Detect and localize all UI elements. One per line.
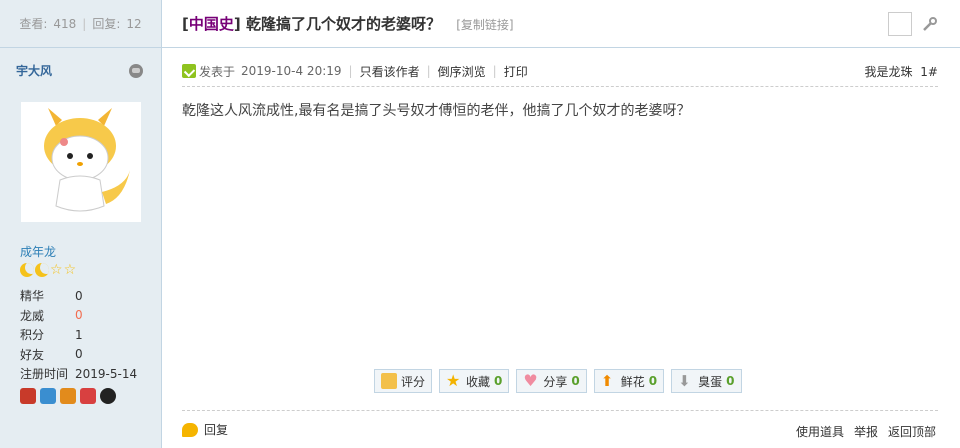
star-icon: ★ (446, 371, 461, 390)
flower-button[interactable]: ⬆ 鲜花 0 (593, 369, 665, 393)
medal-icon[interactable] (100, 388, 116, 404)
post-meta: 发表于 2019-10-4 20:19 | 只看该作者 | 倒序浏览 | 打印 … (182, 62, 938, 80)
share-button[interactable]: ♥ 分享 0 (516, 369, 587, 393)
back-to-top-link[interactable]: 返回顶部 (888, 423, 936, 440)
star-icon: ☆ (63, 262, 77, 278)
thread-title: [中国史] 乾隆搞了几个奴才的老婆呀？ [复制链接] (182, 13, 514, 34)
reply-bubble-icon (182, 422, 198, 437)
stat-value[interactable]: 1 (75, 328, 83, 342)
meta-divider-line (182, 86, 938, 87)
stat-value[interactable]: 0 (75, 347, 83, 361)
favorite-count: 0 (494, 374, 503, 388)
floor-label: 我是龙珠 (864, 64, 913, 79)
stat-row: 好友 0 (20, 345, 137, 365)
heart-icon: ♥ (523, 371, 538, 390)
medal-icon[interactable] (60, 388, 76, 404)
egg-label: 臭蛋 (698, 374, 723, 389)
category-link[interactable]: 中国史 (189, 15, 234, 33)
stat-label: 注册时间 (20, 367, 69, 382)
author-online-icon (182, 64, 196, 78)
meta-divider: | (492, 64, 497, 78)
post-main: [中国史] 乾隆搞了几个奴才的老婆呀？ [复制链接] 发表于 2019-10-4… (162, 0, 960, 448)
avatar[interactable] (21, 102, 141, 222)
favorite-button[interactable]: ★ 收藏 0 (439, 369, 510, 393)
bracket-open: [ (182, 15, 189, 33)
thread-title-text: 乾隆搞了几个奴才的老婆呀？ (245, 15, 441, 33)
floor-index: 1# (920, 64, 938, 79)
arrow-down-icon: ⬇ (678, 372, 691, 390)
arrow-up-icon: ⬆ (600, 372, 614, 390)
flower-label: 鲜花 (620, 374, 645, 389)
post-content: 乾隆这人风流成性,最有名是搞了头号奴才傅恒的老伴，他搞了几个奴才的老婆呀？ (182, 103, 691, 119)
stat-label: 好友 (20, 347, 45, 362)
replies-count: 12 (126, 16, 142, 31)
offline-status-icon (129, 63, 143, 78)
views-count: 418 (53, 16, 77, 31)
stat-row: 精华 0 (20, 286, 137, 306)
share-count: 0 (571, 374, 580, 388)
moon-icon (35, 263, 49, 277)
favorite-label: 收藏 (466, 374, 491, 389)
reply-label: 回复 (204, 423, 229, 437)
flower-count: 0 (648, 374, 658, 388)
views-label: 查看: (19, 17, 48, 31)
footer-links: 使用道具 举报 返回顶部 (796, 423, 936, 440)
medal-icon[interactable] (80, 388, 96, 404)
checkbox-button[interactable] (888, 12, 912, 36)
rank-stars: ☆ ☆ (20, 263, 76, 277)
stat-label: 龙威 (20, 308, 45, 323)
meta-divider: | (348, 64, 353, 78)
user-rank[interactable]: 成年龙 (20, 243, 56, 260)
stat-label: 精华 (20, 289, 45, 304)
stat-row: 龙威 0 (20, 306, 137, 326)
bracket-close: ] (233, 15, 241, 33)
stat-row: 积分 1 (20, 325, 137, 345)
replies-label: 回复: (92, 17, 121, 31)
medals (20, 388, 116, 404)
stat-value: 2019-5-14 (75, 366, 138, 381)
share-label: 分享 (543, 374, 568, 389)
stat-value: 0 (75, 308, 83, 323)
rate-button[interactable]: 评分 (374, 369, 433, 393)
floor-number[interactable]: 我是龙珠 1# (864, 63, 938, 80)
stat-value[interactable]: 0 (75, 289, 83, 303)
print-link[interactable]: 打印 (504, 63, 528, 80)
medal-icon[interactable] (20, 388, 36, 404)
thumb-icon (381, 373, 397, 389)
egg-button[interactable]: ⬇ 臭蛋 0 (671, 369, 742, 393)
thread-stats: 查看: 418 | 回复: 12 (0, 0, 161, 48)
egg-count: 0 (726, 374, 735, 388)
stat-label: 积分 (20, 328, 45, 343)
title-tools (888, 12, 940, 36)
report-link[interactable]: 举报 (854, 423, 878, 440)
stat-row: 注册时间 2019-5-14 (20, 364, 137, 384)
post-actions: 评分 ★ 收藏 0 ♥ 分享 0 ⬆ 鲜花 0 ⬇ 臭蛋 0 (374, 369, 742, 393)
moon-icon (20, 263, 34, 277)
only-author-link[interactable]: 只看该作者 (360, 63, 420, 80)
wrench-icon[interactable] (920, 14, 940, 34)
footer-divider (182, 410, 938, 411)
posted-time: 2019-10-4 20:19 (241, 64, 342, 78)
author-name[interactable]: 宇大风 (16, 62, 52, 79)
reply-button[interactable]: 回复 (182, 421, 228, 438)
meta-divider: | (426, 64, 431, 78)
star-icon: ☆ (50, 262, 63, 278)
dragon-avatar-icon (44, 108, 130, 212)
reverse-order-link[interactable]: 倒序浏览 (438, 63, 486, 80)
posted-label: 发表于 (199, 64, 236, 79)
medal-icon[interactable] (40, 388, 56, 404)
copy-link-button[interactable]: [复制链接] (456, 18, 513, 32)
rate-label: 评分 (401, 374, 426, 389)
user-stats: 精华 0 龙威 0 积分 1 好友 0 注册时间 2019-5-14 (20, 286, 137, 384)
thread-title-bar: [中国史] 乾隆搞了几个奴才的老婆呀？ [复制链接] (162, 0, 960, 48)
use-tool-link[interactable]: 使用道具 (796, 423, 844, 440)
author-sidebar: 查看: 418 | 回复: 12 宇大风 成年龙 ☆ ☆ 精华 0 龙威 0 积… (0, 0, 162, 448)
stats-divider: | (82, 16, 87, 31)
